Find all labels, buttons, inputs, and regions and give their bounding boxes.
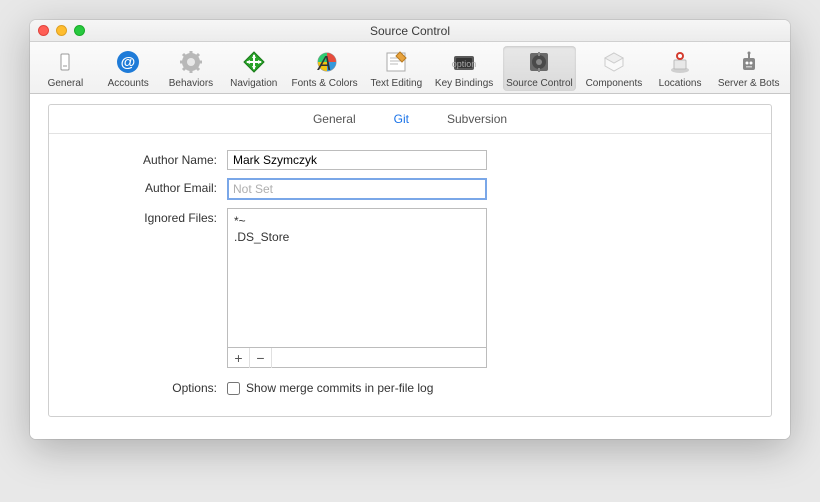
toolbar-item-accounts[interactable]: @ Accounts: [100, 46, 156, 91]
fonts-colors-icon: A: [311, 48, 339, 76]
author-email-row: Author Email:: [77, 178, 743, 200]
content-area: General Git Subversion Author Name: Auth…: [30, 94, 790, 439]
merge-commits-label: Show merge commits in per-file log: [246, 381, 433, 395]
svg-text:option: option: [452, 59, 476, 69]
preferences-window: Source Control General @ Accounts Behavi…: [30, 20, 790, 439]
options-label: Options:: [77, 378, 227, 398]
list-footer: + −: [227, 348, 487, 368]
add-button[interactable]: +: [228, 348, 250, 368]
remove-button[interactable]: −: [250, 348, 272, 368]
text-editing-icon: [382, 48, 410, 76]
toolbar-item-navigation[interactable]: Navigation: [226, 46, 282, 91]
ignored-files-label: Ignored Files:: [77, 208, 227, 228]
list-item[interactable]: *~: [234, 213, 480, 229]
toolbar-item-locations[interactable]: Locations: [652, 46, 708, 91]
zoom-button[interactable]: [74, 25, 85, 36]
source-control-icon: [525, 48, 553, 76]
titlebar: Source Control: [30, 20, 790, 42]
author-name-row: Author Name:: [77, 150, 743, 170]
ignored-files-row: Ignored Files: *~ .DS_Store + −: [77, 208, 743, 368]
general-icon: [51, 48, 79, 76]
subtab-git[interactable]: Git: [394, 112, 409, 126]
toolbar-item-behaviors[interactable]: Behaviors: [163, 46, 219, 91]
toolbar-item-text-editing[interactable]: Text Editing: [367, 46, 425, 91]
ignored-files-listbox[interactable]: *~ .DS_Store: [227, 208, 487, 348]
navigation-icon: [240, 48, 268, 76]
toolbar-item-key-bindings[interactable]: option Key Bindings: [432, 46, 496, 91]
key-bindings-icon: option: [450, 48, 478, 76]
components-icon: [600, 48, 628, 76]
svg-text:A: A: [317, 53, 331, 74]
list-item[interactable]: .DS_Store: [234, 229, 480, 245]
author-email-input[interactable]: [227, 178, 487, 200]
author-name-label: Author Name:: [77, 150, 227, 170]
toolbar-item-general[interactable]: General: [37, 46, 93, 91]
toolbar-item-components[interactable]: Components: [583, 46, 646, 91]
merge-commits-checkbox[interactable]: [227, 382, 240, 395]
close-button[interactable]: [38, 25, 49, 36]
traffic-lights: [38, 25, 85, 36]
server-bots-icon: [735, 48, 763, 76]
toolbar-item-server-bots[interactable]: Server & Bots: [715, 46, 783, 91]
subtab-bar: General Git Subversion: [49, 105, 771, 134]
behaviors-icon: [177, 48, 205, 76]
svg-text:@: @: [121, 54, 136, 71]
author-email-label: Author Email:: [77, 178, 227, 198]
toolbar-item-fonts-colors[interactable]: A Fonts & Colors: [289, 46, 361, 91]
subtab-subversion[interactable]: Subversion: [447, 112, 507, 126]
window-title: Source Control: [30, 24, 790, 38]
settings-panel: General Git Subversion Author Name: Auth…: [48, 104, 772, 417]
git-form: Author Name: Author Email: Ignored Files…: [49, 134, 771, 416]
author-name-input[interactable]: [227, 150, 487, 170]
accounts-icon: @: [114, 48, 142, 76]
minimize-button[interactable]: [56, 25, 67, 36]
toolbar-item-source-control[interactable]: Source Control: [503, 46, 576, 91]
preferences-toolbar: General @ Accounts Behaviors Navigation …: [30, 42, 790, 94]
subtab-general[interactable]: General: [313, 112, 356, 126]
locations-icon: [666, 48, 694, 76]
options-row: Options: Show merge commits in per-file …: [77, 378, 743, 398]
